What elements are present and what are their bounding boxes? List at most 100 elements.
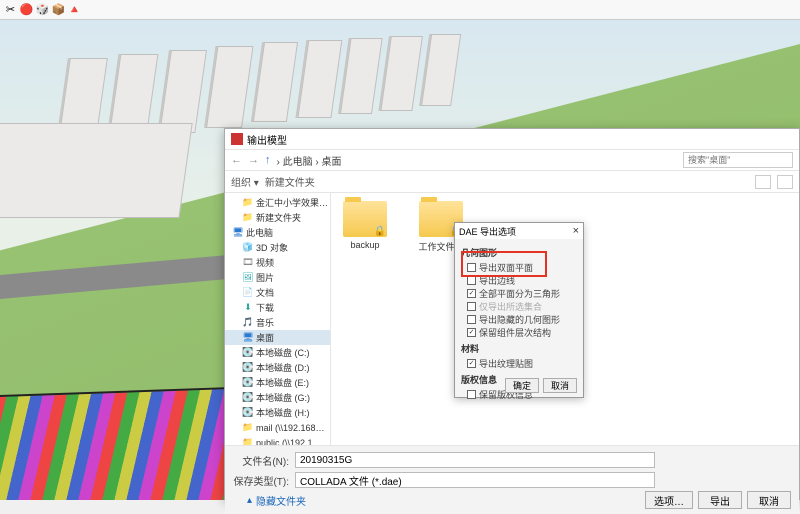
option-tex[interactable]: ✓导出纹理贴图 (461, 357, 577, 370)
file-item[interactable]: backup (339, 201, 391, 250)
tree-node[interactable]: 📁金汇中小学效果… (225, 195, 330, 210)
nav-bar: ← → ↑ › 此电脑 › 桌面 (225, 149, 799, 171)
cancel-button[interactable]: 取消 (747, 491, 791, 509)
folder-icon (343, 201, 387, 237)
tree-node-label: 此电脑 (246, 226, 273, 239)
tree-node-icon: 📁 (243, 423, 253, 433)
filetype-label: 保存类型(T): (233, 473, 289, 488)
option-triangulate[interactable]: ✓全部平面分为三角形 (461, 287, 577, 300)
checkbox-icon (467, 302, 476, 311)
tree-node-label: 本地磁盘 (D:) (256, 361, 310, 374)
tree-node-label: mail (\\192.168… (256, 423, 325, 433)
option-hidden_geo[interactable]: 导出隐藏的几何图形 (461, 313, 577, 326)
tree-node[interactable]: 💽本地磁盘 (G:) (225, 390, 330, 405)
tree-node-label: 图片 (256, 271, 274, 284)
export-button[interactable]: 导出 (698, 491, 742, 509)
tree-node[interactable]: 📁新建文件夹 (225, 210, 330, 225)
tree-node-label: 桌面 (256, 331, 274, 344)
tree-node[interactable]: 🧊3D 对象 (225, 240, 330, 255)
tree-node-label: 视频 (256, 256, 274, 269)
tree-node-label: 文档 (256, 286, 274, 299)
options-group-label: 几何图形 (461, 246, 577, 259)
checkbox-icon: ✓ (467, 359, 476, 368)
tool-icon-2[interactable]: 🔴 (20, 3, 33, 16)
tree-node-label: 3D 对象 (256, 241, 288, 254)
options-title: DAE 导出选项 (459, 225, 516, 238)
new-folder-button[interactable]: 新建文件夹 (265, 174, 315, 189)
checkbox-icon (467, 276, 476, 285)
organize-menu[interactable]: 组织 ▾ (231, 174, 259, 189)
tree-node-icon: 💽 (243, 363, 253, 373)
dialog-titlebar[interactable]: 输出模型 (225, 129, 799, 149)
search-input[interactable] (683, 152, 793, 168)
file-name: backup (339, 240, 391, 250)
option-label: 保留组件层次结构 (479, 326, 551, 339)
tree-node-icon: 🖥 (243, 333, 253, 343)
help-button[interactable] (777, 175, 793, 189)
nav-back-icon[interactable]: ← (231, 154, 242, 166)
option-two_sided[interactable]: 导出双面平面 (461, 261, 577, 274)
tree-node[interactable]: 💽本地磁盘 (H:) (225, 405, 330, 420)
tree-node-label: 新建文件夹 (256, 211, 301, 224)
tool-icon-1[interactable]: ✂ (4, 3, 17, 16)
tree-node[interactable]: ⬇下载 (225, 300, 330, 315)
tree-node[interactable]: 💽本地磁盘 (C:) (225, 345, 330, 360)
filetype-combo[interactable] (295, 472, 655, 488)
tree-node-icon: 💽 (243, 378, 253, 388)
options-button[interactable]: 选项… (645, 491, 693, 509)
tree-node[interactable]: 💽本地磁盘 (D:) (225, 360, 330, 375)
tree-node[interactable]: 📁public (\\192.1… (225, 435, 330, 445)
option-label: 导出边线 (479, 274, 515, 287)
tree-node[interactable]: 🖥桌面 (225, 330, 330, 345)
folder-tree[interactable]: 📁金汇中小学效果…📁新建文件夹🖥此电脑🧊3D 对象🎞视频🖼图片📄文档⬇下载🎵音乐… (225, 193, 331, 445)
tree-node[interactable]: 🎵音乐 (225, 315, 330, 330)
tool-icon-5[interactable]: 🔺 (68, 3, 81, 16)
breadcrumb[interactable]: › 此电脑 › 桌面 (277, 153, 678, 168)
options-cancel-button[interactable]: 取消 (543, 378, 577, 393)
options-ok-button[interactable]: 确定 (505, 378, 539, 393)
view-mode-button[interactable] (755, 175, 771, 189)
checkbox-icon (467, 315, 476, 324)
tree-node-icon: 📁 (243, 198, 253, 208)
option-label: 仅导出所选集合 (479, 300, 542, 313)
tree-node[interactable]: 🖥此电脑 (225, 225, 330, 240)
tree-node-icon: 🎵 (243, 318, 253, 328)
dialog-toolbar: 组织 ▾ 新建文件夹 (225, 171, 799, 193)
checkbox-icon (467, 263, 476, 272)
tool-icon-4[interactable]: 📦 (52, 3, 65, 16)
tree-node[interactable]: 💽本地磁盘 (E:) (225, 375, 330, 390)
tree-node[interactable]: 📁mail (\\192.168… (225, 420, 330, 435)
tree-node-icon: 📁 (243, 213, 253, 223)
hide-folders-link[interactable]: ▴ 隐藏文件夹 (233, 493, 306, 508)
tree-node-label: public (\\192.1… (256, 438, 322, 446)
tree-node[interactable]: 📄文档 (225, 285, 330, 300)
tree-node-label: 本地磁盘 (G:) (256, 391, 310, 404)
filename-input[interactable] (295, 452, 655, 468)
tree-node-icon: 💽 (243, 408, 253, 418)
app-icon (231, 133, 243, 145)
options-titlebar[interactable]: DAE 导出选项 × (455, 223, 583, 239)
option-hierarchy[interactable]: ✓保留组件层次结构 (461, 326, 577, 339)
option-label: 导出隐藏的几何图形 (479, 313, 560, 326)
tree-node-label: 本地磁盘 (E:) (256, 376, 309, 389)
option-label: 导出双面平面 (479, 261, 533, 274)
tree-node-icon: 📁 (243, 438, 253, 446)
tree-node-icon: 🎞 (243, 258, 253, 268)
nav-up-icon[interactable]: ↑ (265, 154, 271, 166)
tree-node-icon: 📄 (243, 288, 253, 298)
tree-node-icon: 💽 (243, 348, 253, 358)
dae-options-dialog: DAE 导出选项 × 几何图形导出双面平面导出边线✓全部平面分为三角形仅导出所选… (454, 222, 584, 398)
checkbox-icon: ✓ (467, 289, 476, 298)
close-icon[interactable]: × (573, 225, 579, 237)
tree-node-icon: 🖥 (233, 228, 243, 238)
tree-node[interactable]: 🖼图片 (225, 270, 330, 285)
tool-icon-3[interactable]: 🎲 (36, 3, 49, 16)
dialog-title-text: 输出模型 (247, 132, 793, 147)
tree-node[interactable]: 🎞视频 (225, 255, 330, 270)
nav-fwd-icon[interactable]: → (248, 154, 259, 166)
main-toolbar: ✂ 🔴 🎲 📦 🔺 (0, 0, 800, 20)
tree-node-icon: ⬇ (243, 303, 253, 313)
option-edges[interactable]: 导出边线 (461, 274, 577, 287)
tree-node-label: 下载 (256, 301, 274, 314)
checkbox-icon: ✓ (467, 328, 476, 337)
